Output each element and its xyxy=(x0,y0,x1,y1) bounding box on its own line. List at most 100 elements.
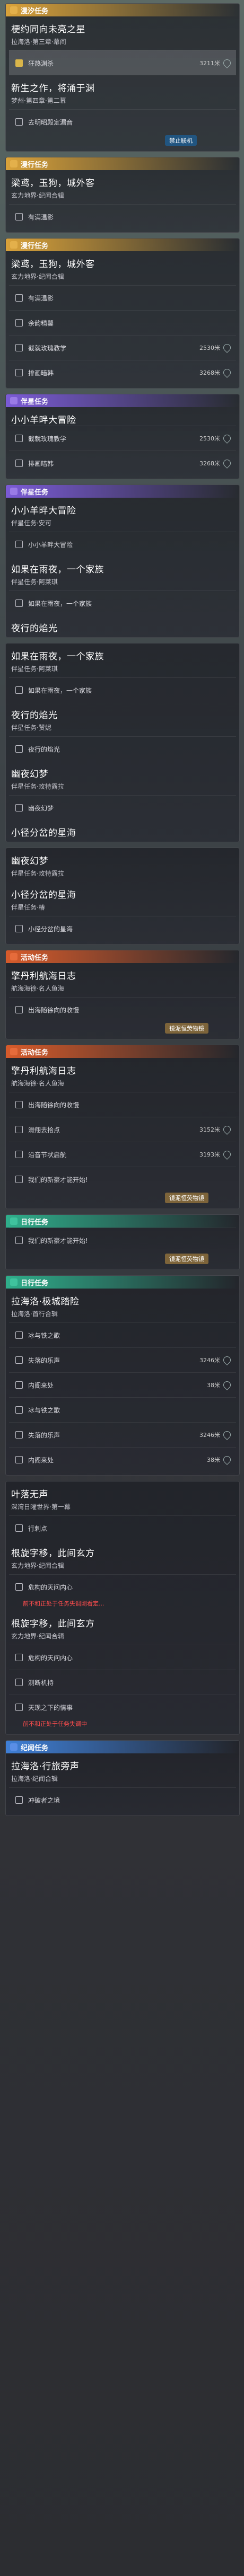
quest-panel-body: 我们的新豪才能开始! 镜泥恒荧物镜 xyxy=(6,1228,239,1269)
objective-row[interactable]: 如果在雨夜，一个家族 xyxy=(9,590,236,615)
quest-title[interactable]: 小径分岔的星海 xyxy=(6,820,239,839)
objective-row[interactable]: 冰与铁之歌 xyxy=(9,1322,236,1347)
objective-row[interactable]: 滑翔去拾点 3152米 xyxy=(9,1117,236,1142)
objective-text: 测断机持 xyxy=(28,1679,54,1687)
objective-row[interactable]: 截就玫瑰教学 2530米 xyxy=(9,426,236,451)
quest-title[interactable]: 叶落无声 xyxy=(6,1481,239,1500)
quest-category-header[interactable]: 日行任务 xyxy=(6,1215,239,1228)
quest-title[interactable]: 夜行的焰光 xyxy=(6,615,239,634)
quest-title[interactable]: 如果在雨夜，一个家族 xyxy=(6,643,239,662)
objective-row[interactable]: 我们的新豪才能开始! xyxy=(9,1167,236,1192)
quest-category-header[interactable]: 纪闻任务 xyxy=(6,1741,239,1753)
checkbox-icon xyxy=(15,1456,23,1463)
objective-text: 狂热渊杀 xyxy=(28,59,54,67)
objective-row[interactable]: 小径分岔的星海 xyxy=(9,916,236,941)
objective-row[interactable]: 冰与铁之歌 xyxy=(9,1397,236,1422)
objective-row[interactable]: 沿音节状启航 3193米 xyxy=(9,1142,236,1167)
objective-row[interactable]: 危构的天问内心 xyxy=(9,1574,236,1599)
quest-panel-body: 梁鸢，玉狗，城外客 玄力地界·纪闻合辑 有满温影 余韵精馨 截就玫瑰教学 2530米 排画暗… xyxy=(6,251,239,388)
objective-distance: 3246米 xyxy=(199,1357,220,1364)
quest-category-icon xyxy=(10,953,18,960)
objective-distance: 2530米 xyxy=(199,345,220,351)
objective-row[interactable]: 小小羊畔大冒险 xyxy=(9,532,236,557)
objective-distance: 3211米 xyxy=(199,60,220,67)
quest-title[interactable]: 梁鸢，玉狗，城外客 xyxy=(6,251,239,270)
checkbox-icon xyxy=(15,599,23,607)
objective-row[interactable]: 危构的天问内心 xyxy=(9,1645,236,1670)
quest-category-label: 漫行任务 xyxy=(21,242,49,250)
quest-category-header[interactable]: 漫行任务 xyxy=(6,157,239,170)
quest-title[interactable]: 如果在雨夜，一个家族 xyxy=(6,557,239,575)
quest-panel-body: 擎丹利航海日志 航海海徐·名人鱼海 出海随徐向的收慢 镜泥恒荧物镜 xyxy=(6,963,239,1039)
checkbox-icon xyxy=(15,686,23,694)
objective-row[interactable]: 出海随徐向的收慢 xyxy=(9,997,236,1022)
quest-panel: 日行任务 拉海洛·极城踏险 拉海洛·首行合辑 冰与铁之歌 失落的乐声 3246米 内阁来处 3… xyxy=(5,1275,240,1476)
quest-title[interactable]: 新生之作，将涌于渊 xyxy=(6,75,239,94)
checkbox-icon xyxy=(15,59,23,67)
quest-title[interactable]: 幽夜幻梦 xyxy=(6,761,239,780)
quest-category-label: 伴星任务 xyxy=(21,398,49,406)
checkbox-icon xyxy=(15,213,23,220)
objective-row[interactable]: 我们的新豪才能开始! xyxy=(9,1228,236,1252)
quest-title[interactable]: 根旋字移，此间玄方 xyxy=(6,1540,239,1559)
objective-row[interactable]: 失落的乐声 3246米 xyxy=(9,1422,236,1447)
objective-row[interactable]: 内阁来处 38米 xyxy=(9,1372,236,1397)
quest-panel-body: 梁鸢，玉狗，城外客 玄力地界·纪闻合辑 有满温影 xyxy=(6,170,239,232)
objective-row[interactable]: 如果在雨夜，一个家族 xyxy=(9,677,236,702)
objective-row[interactable]: 天现之下的情事 xyxy=(9,1695,236,1719)
checkbox-icon xyxy=(15,1176,23,1183)
objective-row[interactable]: 幽夜幻梦 xyxy=(9,795,236,820)
objective-distance: 38米 xyxy=(207,1457,220,1463)
quest-title[interactable]: 幽夜幻梦 xyxy=(6,848,239,867)
quest-category-header[interactable]: 伴星任务 xyxy=(6,485,239,498)
objective-row[interactable]: 有满温影 xyxy=(9,204,236,229)
quest-subtitle: 玄力地界·纪闻合辑 xyxy=(11,1633,64,1640)
objective-row[interactable]: 出海随徐向的收慢 xyxy=(9,1092,236,1117)
quest-title[interactable]: 夜行的焰光 xyxy=(6,702,239,721)
quest-category-header[interactable]: 漫行任务 xyxy=(6,239,239,251)
checkbox-icon xyxy=(15,344,23,351)
checkbox-icon xyxy=(15,1006,23,1013)
quest-title[interactable]: 小小羊畔大冒险 xyxy=(6,498,239,516)
quest-title[interactable]: 拉海洛·极城踏险 xyxy=(6,1289,239,1307)
quest-subtitle: 伴星任务·赞妮 xyxy=(11,724,51,731)
quest-title[interactable]: 根旋字移，此间玄方 xyxy=(6,1611,239,1629)
quest-title[interactable]: 擎丹利航海日志 xyxy=(6,963,239,982)
objective-text: 我们的新豪才能开始! xyxy=(28,1237,88,1245)
objective-row[interactable]: 排画暗韩 3268米 xyxy=(9,451,236,475)
objective-row[interactable]: 有满温影 xyxy=(9,285,236,310)
objective-text: 沿音节状启航 xyxy=(28,1151,67,1159)
quest-title[interactable]: 梗约同向未亮之星 xyxy=(6,16,239,35)
quest-category-header[interactable]: 伴星任务 xyxy=(6,394,239,407)
objective-row[interactable]: 失落的乐声 3246米 xyxy=(9,1347,236,1372)
quest-category-header[interactable]: 活动任务 xyxy=(6,950,239,963)
quest-category-icon xyxy=(10,241,18,249)
quest-category-header[interactable]: 漫汐任务 xyxy=(6,4,239,16)
objective-row[interactable]: 排画暗韩 3268米 xyxy=(9,360,236,385)
checkbox-icon xyxy=(15,369,23,376)
objective-row[interactable]: 狂热渊杀 3211米 xyxy=(9,50,236,75)
quest-category-label: 漫行任务 xyxy=(21,161,49,169)
objective-row[interactable]: 测断机持 xyxy=(9,1670,236,1695)
quest-title[interactable]: 拉海洛·行旅旁声 xyxy=(6,1753,239,1772)
objective-row[interactable]: 行刺点 xyxy=(9,1515,236,1540)
objective-text: 有满温影 xyxy=(28,294,54,302)
quest-category-header[interactable]: 日行任务 xyxy=(6,1276,239,1289)
checkbox-icon xyxy=(15,1704,23,1711)
quest-category-header[interactable]: 活动任务 xyxy=(6,1045,239,1058)
quest-title[interactable]: 梁鸢，玉狗，城外客 xyxy=(6,170,239,189)
quest-panel-body: 梗约同向未亮之星 拉海洛·第三章·幕间 狂热渊杀 3211米 新生之作，将涌于渊 梦州·第… xyxy=(6,16,239,151)
checkbox-icon xyxy=(15,804,23,811)
quest-title[interactable]: 小小羊畔大冒险 xyxy=(6,407,239,426)
quest-title[interactable]: 擎丹利航海日志 xyxy=(6,1058,239,1077)
objective-row[interactable]: 截就玫瑰教学 2530米 xyxy=(9,335,236,360)
objective-text: 去明昭殿定漏音 xyxy=(28,118,73,126)
location-pin-icon xyxy=(222,1149,232,1160)
objective-text: 我们的新豪才能开始! xyxy=(28,1176,88,1184)
objective-row[interactable]: 内阁来处 38米 xyxy=(9,1447,236,1472)
objective-row[interactable]: 冲破者之境 xyxy=(9,1787,236,1812)
objective-row[interactable]: 余韵精馨 xyxy=(9,310,236,335)
objective-row[interactable]: 去明昭殿定漏音 xyxy=(9,109,236,134)
quest-title[interactable]: 小径分岔的星海 xyxy=(6,882,239,901)
objective-row[interactable]: 夜行的焰光 xyxy=(9,736,236,761)
